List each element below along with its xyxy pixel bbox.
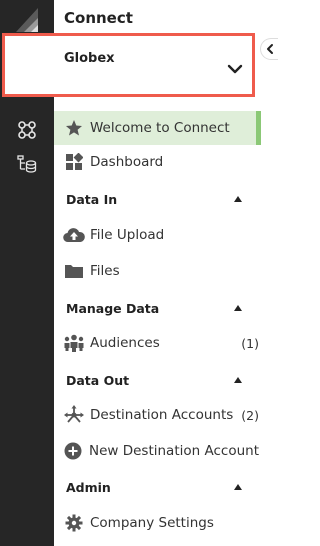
dashboard-icon (61, 153, 87, 171)
nav-item-label: New Destination Account (88, 443, 259, 459)
nav-item-welcome[interactable]: Welcome to Connect (54, 111, 260, 145)
caret-up-icon (234, 196, 242, 202)
nav-item-label: Company Settings (90, 515, 214, 531)
star-icon (61, 119, 87, 137)
nav-item-label: File Upload (90, 227, 165, 243)
plus-circle-icon (61, 442, 86, 460)
nav-item-destination-accounts[interactable]: Destination Accounts (2) (54, 398, 259, 432)
database-tree-icon (17, 155, 37, 173)
section-label: Admin (66, 479, 111, 495)
section-label: Data Out (66, 372, 130, 388)
gear-icon (61, 514, 87, 532)
nav-item-label: Destination Accounts (90, 407, 234, 423)
sitemap-icon (61, 405, 87, 425)
caret-up-icon (234, 484, 242, 490)
nav-item-label: Dashboard (90, 154, 164, 170)
section-header-data-out[interactable]: Data Out (66, 368, 246, 392)
network-nodes-icon (18, 121, 36, 139)
section-label: Manage Data (66, 300, 160, 316)
rail-connect-button[interactable] (0, 112, 54, 148)
nav-list: Welcome to Connect Dashboard Data In Fil… (54, 0, 279, 546)
nav-item-dashboard[interactable]: Dashboard (54, 145, 259, 179)
section-label: Data In (66, 191, 118, 207)
active-indicator (256, 111, 261, 145)
nav-item-new-destination-account[interactable]: New Destination Account (54, 434, 259, 468)
rail-data-button[interactable] (0, 146, 54, 182)
brand-logo (16, 8, 38, 32)
people-group-icon (61, 334, 87, 352)
count-badge: (1) (241, 335, 259, 351)
nav-item-audiences[interactable]: Audiences (1) (54, 326, 259, 360)
caret-up-icon (234, 377, 242, 383)
nav-item-label: Audiences (90, 335, 160, 351)
nav-item-file-upload[interactable]: File Upload (54, 218, 259, 252)
section-header-manage-data[interactable]: Manage Data (66, 296, 246, 320)
section-header-data-in[interactable]: Data In (66, 187, 246, 211)
nav-item-files[interactable]: Files (54, 254, 259, 288)
folder-icon (61, 263, 87, 279)
count-badge: (2) (241, 407, 259, 423)
nav-item-label: Welcome to Connect (90, 120, 230, 136)
section-header-admin[interactable]: Admin (66, 475, 246, 499)
nav-item-company-settings[interactable]: Company Settings (54, 506, 259, 540)
caret-up-icon (234, 305, 242, 311)
nav-item-label: Files (90, 263, 120, 279)
cloud-upload-icon (61, 227, 87, 243)
